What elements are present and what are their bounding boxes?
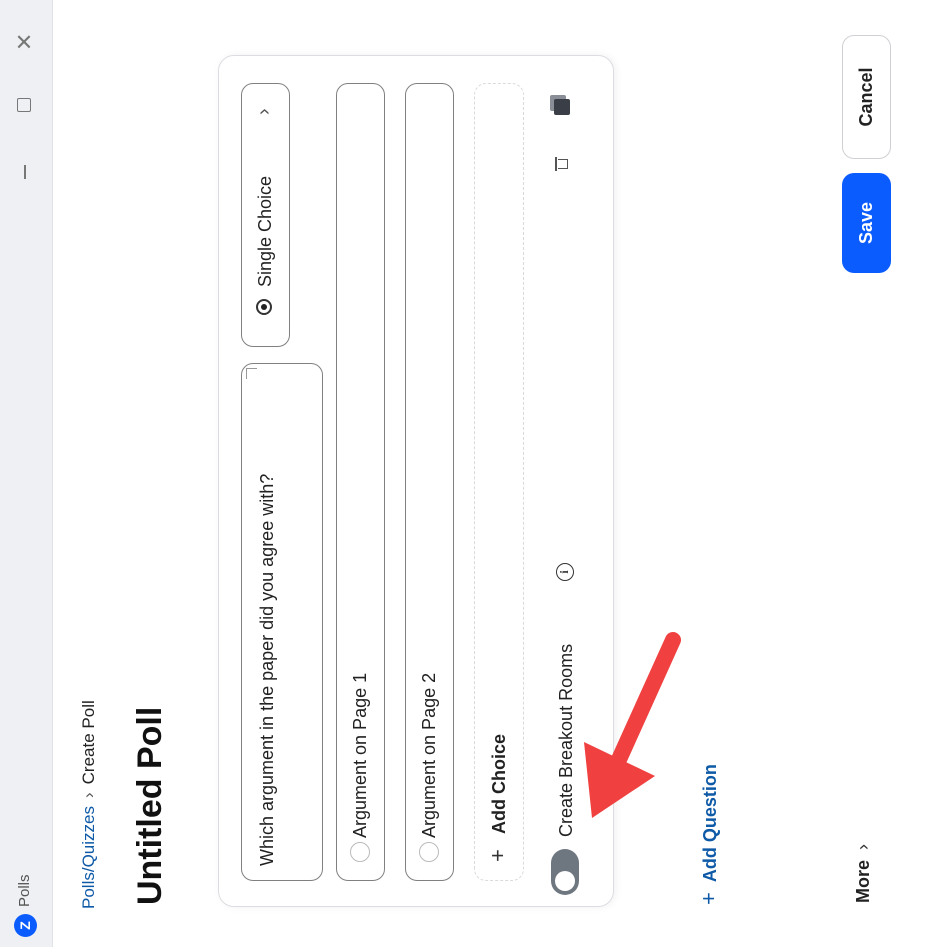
window-title: Polls [16, 874, 33, 907]
screen: Z Polls ✕ Polls/Quizzes › Create Poll Unti… [0, 0, 928, 947]
save-button[interactable]: Save [842, 173, 891, 273]
delete-icon[interactable] [554, 157, 568, 171]
title-bar: Z Polls ✕ [0, 0, 53, 947]
radio-icon [350, 842, 370, 862]
question-text-field[interactable]: Which argument in the paper did you agre… [241, 363, 323, 881]
add-question-label: Add Question [700, 764, 720, 883]
breadcrumb: Polls/Quizzes › Create Poll [76, 700, 102, 909]
plus-icon: + [696, 892, 721, 905]
add-choice-label: Add Choice [489, 733, 509, 834]
choice-label-1: Argument on Page 1 [350, 672, 370, 838]
breadcrumb-polls-quizzes[interactable]: Polls/Quizzes [79, 806, 98, 909]
more-button[interactable]: More › [850, 844, 876, 903]
choice-field-1[interactable]: Argument on Page 1 [336, 83, 385, 881]
add-choice-button[interactable]: + Add Choice [474, 83, 524, 881]
duplicate-icon[interactable] [550, 95, 570, 115]
close-icon[interactable]: ✕ [12, 33, 38, 51]
resize-grip-icon[interactable] [246, 368, 257, 379]
breakout-rooms-label: Create Breakout Rooms [556, 643, 576, 837]
add-question-button[interactable]: + Add Question [696, 764, 725, 905]
question-text: Which argument in the paper did you agre… [257, 473, 277, 866]
zoom-logo-icon: Z [14, 914, 37, 937]
breakout-toggle[interactable] [551, 849, 579, 895]
minimize-icon[interactable] [24, 165, 26, 179]
more-label: More [853, 859, 873, 903]
toggle-knob [555, 871, 575, 891]
choice-label-2: Argument on Page 2 [419, 672, 439, 838]
radio-icon [419, 842, 439, 862]
breadcrumb-separator: › [79, 792, 98, 799]
info-icon[interactable]: i [556, 563, 574, 581]
radio-icon [256, 299, 272, 315]
page-title[interactable]: Untitled Poll [128, 707, 172, 905]
cancel-button[interactable]: Cancel [842, 35, 891, 159]
breadcrumb-current: Create Poll [79, 700, 98, 785]
rotated-poll-window: Z Polls ✕ Polls/Quizzes › Create Poll Unti… [0, 0, 928, 947]
maximize-icon[interactable] [17, 98, 31, 112]
plus-icon: + [485, 849, 510, 862]
choice-field-2[interactable]: Argument on Page 2 [405, 83, 454, 881]
chevron-right-icon: › [253, 108, 275, 115]
question-type-label: Single Choice [255, 175, 275, 287]
chevron-right-icon: › [853, 843, 873, 850]
